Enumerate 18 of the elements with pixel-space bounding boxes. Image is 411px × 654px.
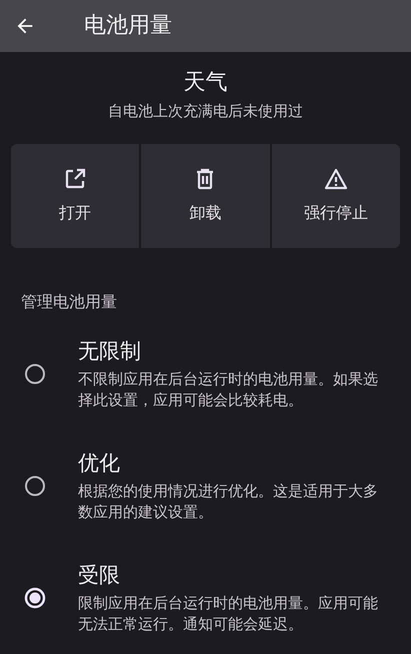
radio-button[interactable]	[23, 362, 47, 386]
option-description: 不限制应用在后台运行时的电池用量。如果选择此设置，应用可能会比较耗电。	[78, 369, 379, 410]
radio-button[interactable]	[23, 474, 47, 498]
action-button[interactable]: 打开	[11, 144, 140, 248]
warning-icon	[324, 166, 348, 191]
option-title: 优化	[78, 450, 121, 477]
option-description: 根据您的使用情况进行优化。这是适用于大多数应用的建议设置。	[78, 481, 379, 522]
section-title: 管理电池用量	[21, 290, 118, 313]
option-title: 无限制	[78, 338, 142, 365]
option-description: 限制应用在后台运行时的电池用量。应用可能无法正常运行。通知可能会延迟。	[78, 593, 379, 634]
external-link-icon	[63, 166, 88, 191]
radio-button[interactable]	[23, 586, 47, 610]
screen-title: 电池用量	[84, 15, 172, 37]
action-button[interactable]: 强行停止	[272, 144, 400, 248]
action-button[interactable]: 卸载	[141, 144, 270, 248]
option-title: 受限	[78, 562, 121, 589]
app-name: 天气	[182, 70, 228, 96]
app-summary: 自电池上次充满电后未使用过	[107, 101, 304, 122]
